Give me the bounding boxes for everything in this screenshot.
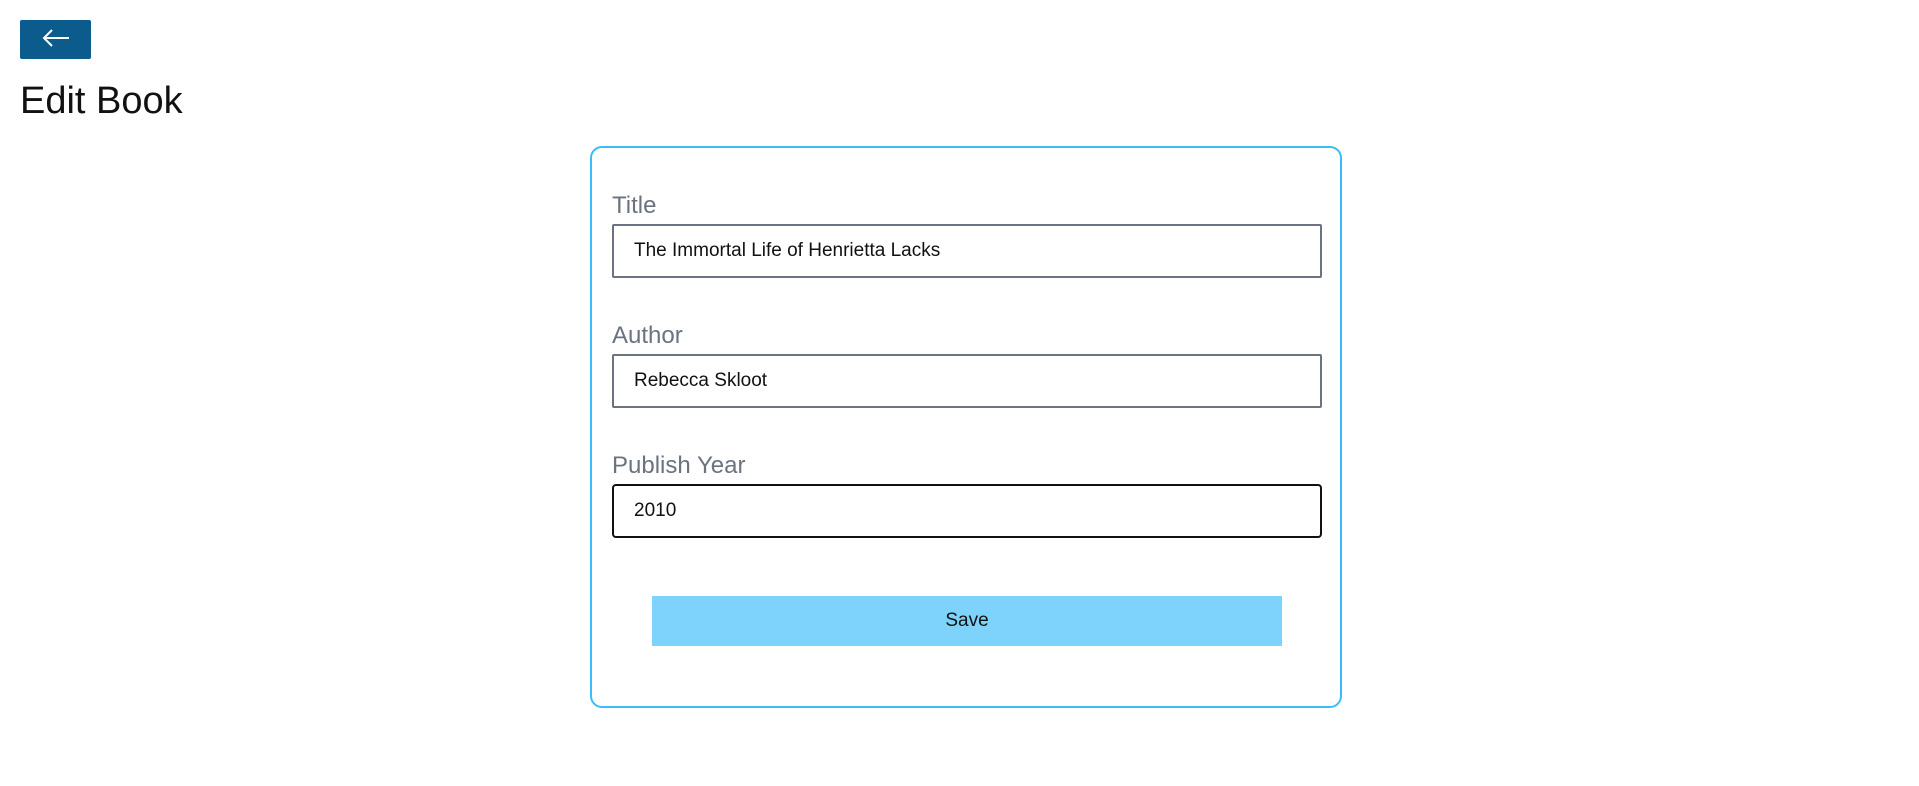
title-label: Title (612, 192, 657, 219)
publish-year-label: Publish Year (612, 452, 746, 479)
save-button[interactable]: Save (652, 596, 1282, 646)
edit-book-page: Edit Book Title Author Publish Year Save (0, 0, 1919, 786)
arrow-left-icon (41, 29, 71, 50)
publish-year-input[interactable] (612, 484, 1322, 538)
page-title: Edit Book (20, 80, 183, 122)
back-button[interactable] (20, 20, 91, 59)
author-input[interactable] (612, 354, 1322, 408)
title-input[interactable] (612, 224, 1322, 278)
edit-book-form: Title Author Publish Year Save (590, 146, 1342, 708)
author-label: Author (612, 322, 683, 349)
